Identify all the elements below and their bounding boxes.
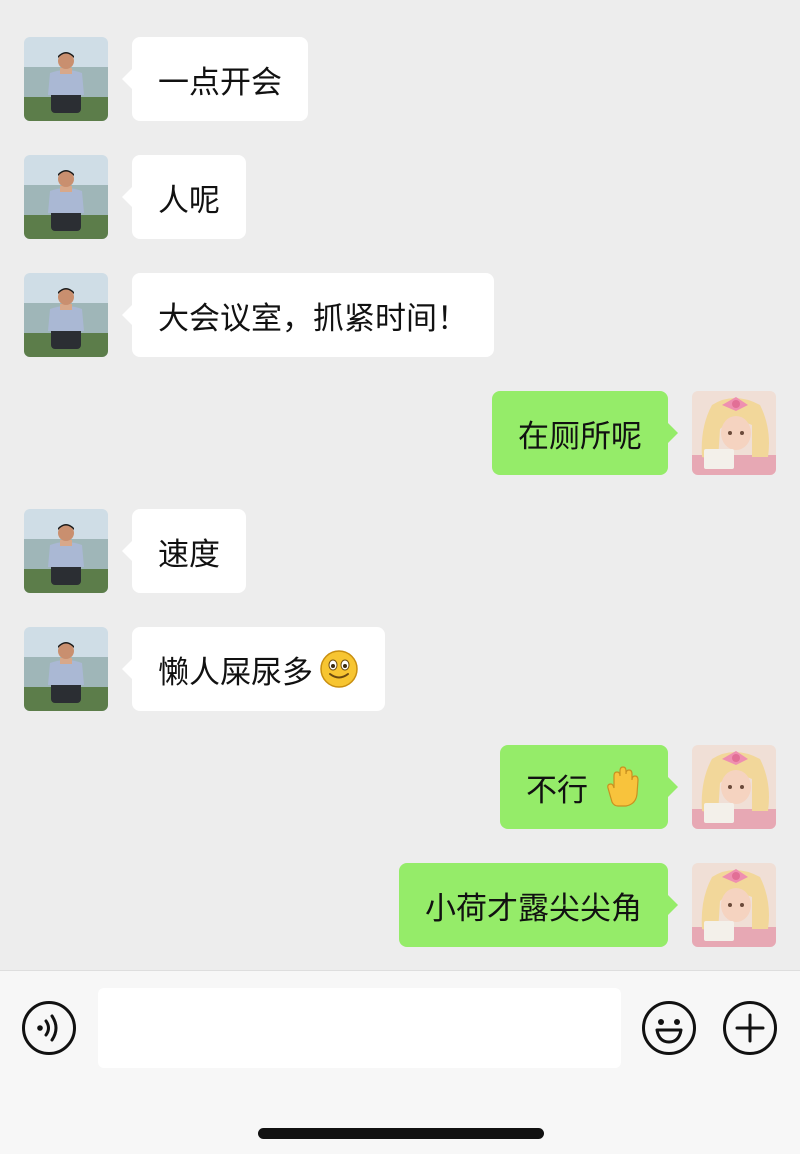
chat-area[interactable]: 一点开会 人呢 大会议室，抓紧时间！ 在厕所呢 速度 懒人屎尿多 不行 小荷才露… bbox=[0, 0, 800, 970]
contact-avatar[interactable] bbox=[24, 155, 108, 239]
message-input[interactable] bbox=[98, 988, 621, 1068]
my-avatar[interactable] bbox=[692, 391, 776, 475]
voice-icon[interactable] bbox=[21, 1000, 77, 1056]
incoming-message-bubble[interactable]: 一点开会 bbox=[122, 37, 308, 121]
incoming-message-bubble[interactable]: 人呢 bbox=[122, 155, 246, 239]
outgoing-message-bubble[interactable]: 小荷才露尖尖角 bbox=[399, 863, 678, 947]
message-row: 速度 bbox=[0, 509, 800, 593]
input-bar bbox=[0, 970, 800, 1154]
message-row: 小荷才露尖尖角 bbox=[0, 863, 800, 947]
message-row: 不行 bbox=[0, 745, 800, 829]
raised-hand-emoji bbox=[602, 766, 642, 808]
message-text: 懒人屎尿多 bbox=[158, 654, 313, 691]
contact-avatar[interactable] bbox=[24, 509, 108, 593]
contact-avatar[interactable] bbox=[24, 627, 108, 711]
contact-avatar[interactable] bbox=[24, 37, 108, 121]
message-text: 一点开会 bbox=[158, 64, 282, 101]
message-text: 速度 bbox=[158, 536, 220, 573]
incoming-message-bubble[interactable]: 速度 bbox=[122, 509, 246, 593]
outgoing-message-bubble[interactable]: 不行 bbox=[500, 745, 678, 829]
home-indicator[interactable] bbox=[258, 1128, 544, 1139]
incoming-message-bubble[interactable]: 大会议室，抓紧时间！ bbox=[122, 273, 494, 357]
message-text: 不行 bbox=[526, 772, 588, 809]
message-row: 懒人屎尿多 bbox=[0, 627, 800, 711]
my-avatar[interactable] bbox=[692, 745, 776, 829]
message-row: 人呢 bbox=[0, 155, 800, 239]
message-row: 在厕所呢 bbox=[0, 391, 800, 475]
incoming-message-bubble[interactable]: 懒人屎尿多 bbox=[122, 627, 385, 711]
outgoing-message-bubble[interactable]: 在厕所呢 bbox=[492, 391, 678, 475]
message-text: 大会议室，抓紧时间！ bbox=[158, 300, 468, 337]
message-row: 一点开会 bbox=[0, 37, 800, 121]
smiling-face-emoji bbox=[319, 649, 359, 689]
my-avatar[interactable] bbox=[692, 863, 776, 947]
message-text: 人呢 bbox=[158, 182, 220, 219]
plus-icon[interactable] bbox=[722, 1000, 778, 1056]
message-text: 在厕所呢 bbox=[518, 418, 642, 455]
message-row: 大会议室，抓紧时间！ bbox=[0, 273, 800, 357]
message-text: 小荷才露尖尖角 bbox=[425, 890, 642, 927]
emoji-icon[interactable] bbox=[641, 1000, 697, 1056]
contact-avatar[interactable] bbox=[24, 273, 108, 357]
